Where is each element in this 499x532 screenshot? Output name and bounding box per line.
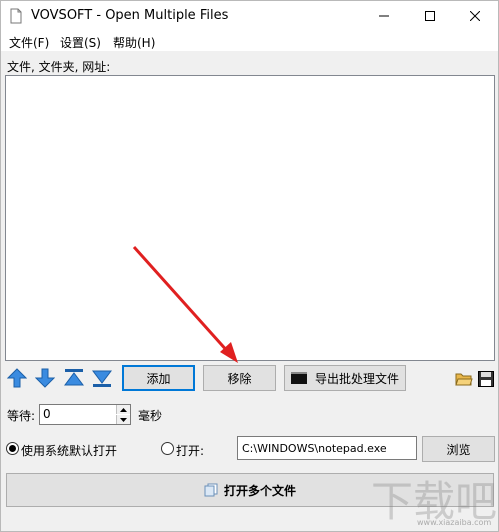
arrow-down-icon bbox=[35, 368, 55, 388]
files-label: 文件, 文件夹, 网址: bbox=[7, 60, 111, 74]
radio-open-with[interactable] bbox=[161, 442, 174, 455]
move-bottom-icon bbox=[92, 370, 112, 387]
spin-down-button[interactable] bbox=[116, 415, 130, 424]
radio-default-label[interactable]: 使用系统默认打开 bbox=[21, 442, 117, 459]
file-list[interactable] bbox=[5, 75, 495, 361]
minimize-icon bbox=[379, 15, 389, 17]
menu-file[interactable]: 文件(F) bbox=[9, 34, 49, 51]
radio-open-with-label[interactable]: 打开: bbox=[176, 442, 204, 459]
minimize-button[interactable] bbox=[361, 1, 407, 31]
radio-default-open[interactable] bbox=[6, 442, 19, 455]
title-bar: VOVSOFT - Open Multiple Files bbox=[1, 1, 498, 31]
add-button-label: 添加 bbox=[146, 371, 171, 386]
program-path-value: C:\WINDOWS\notepad.exe bbox=[242, 442, 387, 455]
export-batch-button[interactable]: 导出批处理文件 bbox=[284, 365, 406, 391]
folder-open-icon bbox=[455, 373, 473, 386]
menu-bar: 文件(F) 设置(S) 帮助(H) bbox=[1, 31, 498, 51]
wait-value[interactable]: 0 bbox=[43, 407, 51, 421]
chevron-up-icon bbox=[120, 407, 127, 412]
move-top-button[interactable] bbox=[63, 366, 85, 390]
browse-button[interactable]: 浏览 bbox=[422, 436, 495, 462]
add-button[interactable]: 添加 bbox=[122, 365, 195, 391]
close-icon bbox=[470, 11, 480, 21]
chevron-down-icon bbox=[120, 417, 127, 422]
move-bottom-button[interactable] bbox=[91, 366, 113, 390]
export-batch-label: 导出批处理文件 bbox=[315, 371, 400, 386]
maximize-icon bbox=[425, 11, 435, 21]
console-icon bbox=[291, 372, 307, 384]
browse-button-label: 浏览 bbox=[446, 442, 471, 457]
remove-button-label: 移除 bbox=[227, 371, 252, 386]
files-icon bbox=[204, 483, 218, 497]
program-path-field[interactable]: C:\WINDOWS\notepad.exe bbox=[237, 436, 417, 460]
remove-button[interactable]: 移除 bbox=[203, 365, 276, 391]
arrow-up-icon bbox=[7, 368, 27, 388]
app-window: VOVSOFT - Open Multiple Files 文件(F) 设置(S… bbox=[0, 0, 499, 532]
menu-help[interactable]: 帮助(H) bbox=[113, 34, 155, 51]
wait-stepper[interactable]: 0 bbox=[39, 404, 131, 425]
window-title: VOVSOFT - Open Multiple Files bbox=[31, 8, 229, 23]
move-up-button[interactable] bbox=[6, 366, 28, 390]
save-icon bbox=[478, 371, 494, 387]
spin-up-button[interactable] bbox=[116, 405, 130, 414]
save-list-button[interactable] bbox=[475, 367, 497, 391]
app-icon bbox=[10, 8, 22, 24]
menu-settings[interactable]: 设置(S) bbox=[60, 34, 101, 51]
wait-label: 等待: bbox=[7, 409, 36, 423]
close-button[interactable] bbox=[452, 1, 498, 31]
wait-unit-label: 毫秒 bbox=[138, 409, 163, 423]
move-down-button[interactable] bbox=[34, 366, 56, 390]
maximize-button[interactable] bbox=[407, 1, 453, 31]
move-top-icon bbox=[64, 369, 84, 386]
open-multiple-files-label: 打开多个文件 bbox=[223, 483, 296, 498]
open-list-button[interactable] bbox=[453, 367, 475, 391]
watermark-url: www.xiazaiba.com bbox=[417, 518, 492, 527]
